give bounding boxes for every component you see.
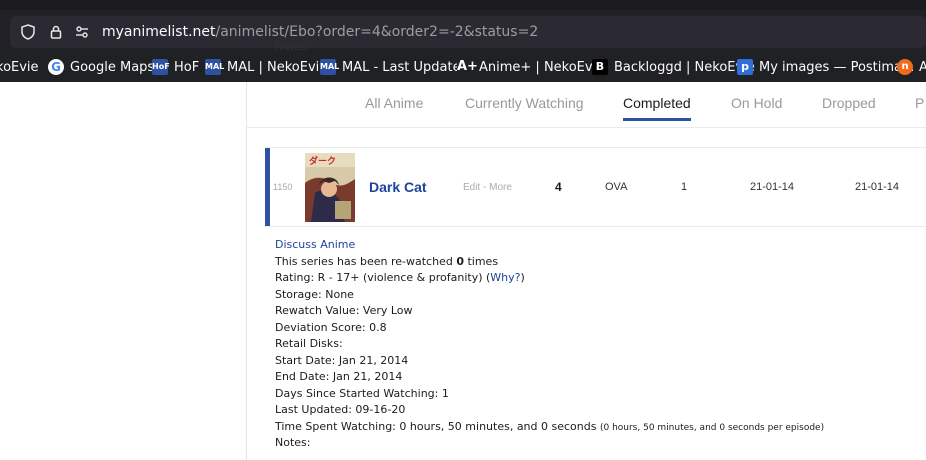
browser-toolbar: myanimelist.net/animelist/Ebo?order=4&or… [0, 10, 926, 52]
left-column-divider [246, 82, 247, 460]
more-info-panel: Discuss Anime This series has been re-wa… [275, 237, 915, 452]
rating-close: ) [520, 271, 525, 284]
rewatched-count: 0 [456, 254, 464, 268]
end-date-line: End Date: Jan 21, 2014 [275, 370, 403, 383]
row-divider [265, 226, 926, 227]
time-spent-text: Time Spent Watching: 0 hours, 50 minutes… [275, 419, 600, 433]
score-value[interactable]: 4 [555, 180, 562, 194]
bookmark-label: Anime+ | NekoEvie [479, 59, 605, 75]
rating-line: Rating: R - 17+ (violence & profanity) (… [275, 270, 915, 287]
bookmark-item[interactable]: G Google Maps [48, 58, 154, 76]
rewatch-value-line: Rewatch Value: Very Low [275, 304, 413, 317]
discuss-anime-link[interactable]: Discuss Anime [275, 238, 355, 251]
rating-text: Rating: R - 17+ (violence & profanity) ( [275, 271, 491, 284]
postimages-icon: p [737, 59, 753, 75]
lock-icon[interactable] [48, 24, 64, 40]
type-value: OVA [605, 181, 628, 193]
list-row: 1150 ダーク Dark Cat Edit - More 4 OVA 1 21… [265, 148, 926, 226]
tab-on-hold[interactable]: On Hold [731, 95, 782, 111]
google-icon: G [48, 59, 64, 75]
address-bar[interactable]: myanimelist.net/animelist/Ebo?order=4&or… [10, 16, 926, 48]
status-menu: All Anime Currently Watching Completed O… [247, 82, 926, 128]
retail-disks-line: Retail Disks: [275, 337, 343, 350]
tab-currently-watching[interactable]: Currently Watching [465, 95, 584, 111]
edit-more-links: Edit - More [463, 182, 512, 193]
rewatched-prefix: This series has been re-watched [275, 254, 457, 268]
bookmark-label: Backloggd | NekoEvie [614, 59, 755, 75]
tab-strip-bg [0, 0, 926, 10]
rewatched-line: This series has been re-watched 0 times [275, 254, 915, 271]
status-color-bar [265, 148, 270, 226]
browser-tab-strip [0, 0, 926, 10]
tab-completed[interactable]: Completed [623, 95, 691, 121]
bookmark-item[interactable]: MAL MAL | NekoEvie [205, 58, 327, 76]
tab-plan-to-watch[interactable]: P [915, 95, 924, 111]
svg-text:ダーク: ダーク [309, 155, 336, 167]
more-link[interactable]: More [489, 182, 512, 193]
url-path: /animelist/Ebo?order=4&order2=-2&status=… [215, 24, 539, 40]
anime-cover-image[interactable]: ダーク [305, 153, 355, 222]
bookmark-label: HoF [174, 59, 200, 75]
bookmarks-bar: koEvie G Google Maps HoF HoF MAL MAL | N… [0, 52, 926, 82]
why-link[interactable]: Why? [490, 271, 520, 284]
bookmark-label: A [919, 59, 926, 75]
tab-dropped[interactable]: Dropped [822, 95, 876, 111]
bookmark-item[interactable]: HoF HoF [152, 58, 199, 76]
bookmark-label: Google Maps [70, 59, 155, 75]
discuss-line: Discuss Anime [275, 237, 915, 254]
deviation-score-line: Deviation Score: 0.8 [275, 320, 387, 334]
start-date-line: Start Date: Jan 21, 2014 [275, 353, 409, 367]
mal-icon: MAL [205, 59, 224, 75]
anime-title-link[interactable]: Dark Cat [369, 179, 427, 195]
bookmark-item[interactable]: p My images — Postima... [737, 58, 914, 76]
orange-site-icon: n [897, 59, 913, 75]
row-number: 1150 [273, 182, 293, 192]
progress-value[interactable]: 1 [681, 181, 687, 193]
start-date-value: 21-01-14 [750, 181, 795, 193]
anime-plus-icon: A+ [457, 59, 478, 75]
bookmark-item[interactable]: koEvie [0, 58, 39, 76]
edit-more-separator: - [480, 182, 490, 193]
bookmark-label: My images — Postima... [759, 59, 915, 75]
bookmark-label: MAL - Last Updated [342, 59, 469, 75]
backloggd-icon: B [592, 59, 608, 75]
hof-icon: HoF [152, 59, 170, 75]
bookmark-item[interactable]: B Backloggd | NekoEvie [592, 58, 755, 76]
days-since-line: Days Since Started Watching: 1 [275, 386, 449, 400]
last-updated-line: Last Updated: 09-16-20 [275, 403, 406, 416]
time-per-episode: (0 hours, 50 minutes, and 0 seconds per … [599, 422, 825, 433]
mal-icon: MAL [320, 59, 339, 75]
site-settings-icon[interactable] [74, 24, 90, 40]
notes-label: Notes: [275, 40, 311, 53]
notes-line: Notes: [275, 436, 311, 449]
tab-all-anime[interactable]: All Anime [365, 95, 423, 111]
storage-line: Storage: None [275, 287, 354, 301]
finish-date-value: 21-01-14 [855, 181, 900, 193]
bookmark-label: koEvie [0, 59, 39, 75]
bookmark-item[interactable]: n A [897, 58, 926, 76]
url-text[interactable]: myanimelist.net/animelist/Ebo?order=4&or… [102, 24, 538, 40]
bookmark-item[interactable]: A+ Anime+ | NekoEvie [457, 58, 604, 76]
shield-icon[interactable] [20, 24, 36, 40]
time-spent-line: Time Spent Watching: 0 hours, 50 minutes… [275, 419, 915, 436]
bookmark-item[interactable]: MAL MAL - Last Updated [320, 58, 469, 76]
url-host: myanimelist.net [102, 24, 216, 40]
edit-link[interactable]: Edit [463, 182, 480, 193]
rewatched-suffix: times [463, 254, 499, 268]
bookmark-label: MAL | NekoEvie [227, 59, 328, 75]
